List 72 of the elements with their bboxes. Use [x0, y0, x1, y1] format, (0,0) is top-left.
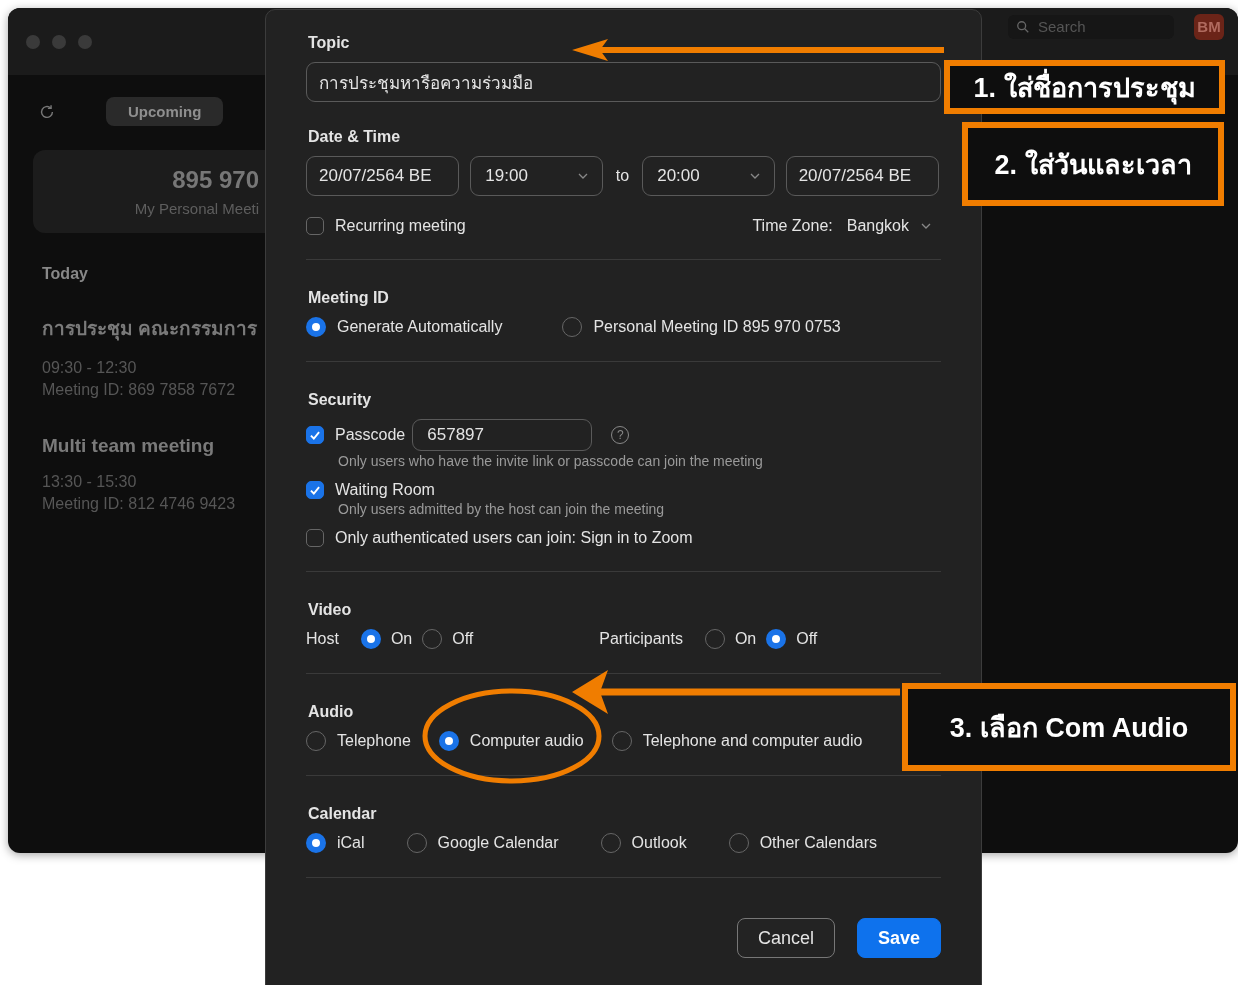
start-date-field[interactable]: 20/07/2564 BE [306, 156, 460, 196]
time-zone-dropdown[interactable]: Bangkok [846, 217, 931, 235]
chevron-icon [749, 173, 760, 179]
checkbox[interactable] [306, 217, 324, 235]
save-button[interactable]: Save [856, 918, 941, 958]
radio-label: Off [796, 630, 818, 648]
checkbox-label: Passcode [335, 426, 406, 444]
radio-label: On [390, 630, 413, 648]
meeting-id-text: Meeting ID: 812 4746 9423 [42, 494, 237, 514]
radio-button[interactable] [306, 833, 326, 853]
section-heading: Today [42, 265, 89, 283]
radio-button[interactable] [766, 629, 787, 649]
checkbox[interactable] [306, 426, 324, 444]
checkbox[interactable] [306, 529, 324, 547]
annotation-callout: 1. ใส่ชื่อการประชุม [944, 60, 1225, 114]
chevron-icon [921, 223, 931, 229]
time-zone-label: Time Zone: [752, 217, 833, 235]
section-heading: Security [308, 391, 372, 409]
radio-label: Telephone [337, 732, 411, 750]
radio-label: Other Calendars [759, 834, 878, 852]
field-label: Topic [308, 34, 350, 52]
tab[interactable]: Upcoming [106, 97, 224, 126]
annotation-callout: 2. ใส่วันและเวลา [962, 122, 1224, 206]
radio-label: Telephone and computer audio [642, 732, 863, 750]
search-field[interactable]: Search [1008, 14, 1174, 39]
section-heading: Meeting ID [308, 289, 389, 307]
radio-label: Generate Automatically [337, 318, 503, 336]
option-label: Participants [599, 630, 683, 648]
field-label: Date & Time [308, 128, 401, 146]
search-input[interactable]: Search [1036, 17, 1150, 36]
meeting-title[interactable]: Multi team meeting [42, 435, 265, 457]
section-heading: Audio [308, 703, 354, 721]
radio-label: On [734, 630, 757, 648]
meeting-time: 13:30 - 15:30 [42, 472, 138, 492]
passcode-field[interactable]: 657897 [412, 419, 593, 451]
checkbox-label: Only authenticated users can join: Sign in to Zoom [335, 529, 693, 547]
to-label: to [615, 167, 630, 185]
cancel-button[interactable]: Cancel [736, 918, 835, 958]
window-control-icon[interactable] [26, 34, 40, 49]
meeting-id-text: Meeting ID: 869 7858 7672 [42, 380, 237, 400]
card-label: My Personal Meeti [134, 200, 259, 217]
option-label: Host [306, 630, 339, 648]
start-time-dropdown[interactable]: 19:00 [470, 156, 603, 196]
checkbox-label: Waiting Room [335, 481, 435, 499]
meeting-title[interactable]: การประชุม คณะกรรมการ [42, 313, 265, 343]
hint-text: Only users admitted by the host can join the meeting [338, 501, 666, 517]
radio-button[interactable] [438, 731, 459, 751]
end-date-field[interactable]: 20/07/2564 BE [785, 156, 939, 196]
topic-field[interactable]: การประชุมหารือความร่วมมือ [306, 62, 941, 102]
radio-label: Computer audio [469, 732, 584, 750]
meeting-time: 09:30 - 12:30 [42, 358, 138, 378]
annotation-callout: 3. เลือก Com Audio [902, 683, 1236, 771]
chevron-icon [577, 173, 588, 179]
checkbox[interactable] [306, 481, 324, 499]
personal-meeting-card[interactable]: 895 970 My Personal Meeti [33, 150, 265, 233]
radio-label: iCal [337, 834, 365, 852]
radio-label: Google Calendar [437, 834, 559, 852]
search-icon [1016, 19, 1030, 34]
refresh-icon[interactable] [38, 102, 56, 121]
meeting-id-text: 895 970 [172, 166, 259, 194]
radio-label: Off [452, 630, 474, 648]
radio-label: Outlook [631, 834, 687, 852]
section-heading: Video [308, 601, 352, 619]
radio-label: Personal Meeting ID 895 970 0753 [593, 318, 841, 336]
radio-button[interactable] [306, 317, 326, 337]
window-control-icon[interactable] [78, 34, 92, 49]
hint-text: Only users who have the invite link or passcode can join the meeting [338, 453, 764, 469]
radio-button[interactable] [360, 629, 381, 649]
section-heading: Calendar [308, 805, 377, 823]
checkbox-label: Recurring meeting [335, 217, 466, 235]
end-time-dropdown[interactable]: 20:00 [642, 156, 775, 196]
window-control-icon[interactable] [52, 34, 66, 49]
